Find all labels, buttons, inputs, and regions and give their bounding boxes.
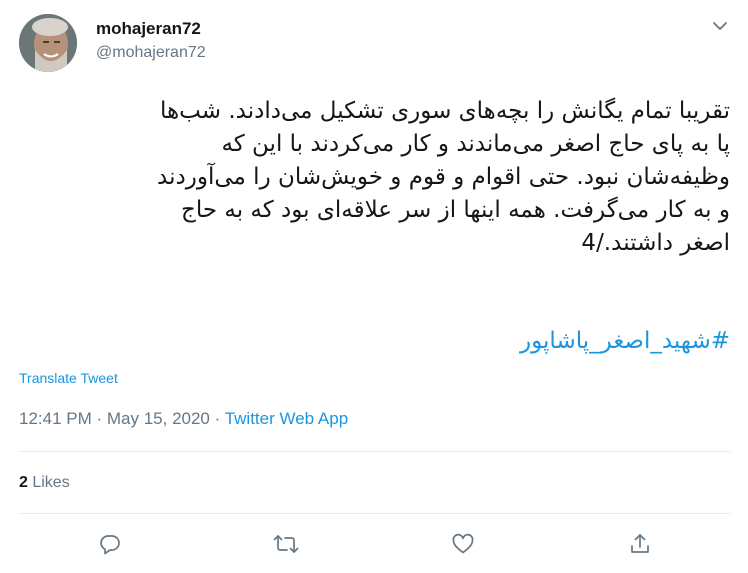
tweet-time[interactable]: 12:41 PM: [19, 409, 92, 428]
like-icon[interactable]: [449, 531, 477, 557]
avatar[interactable]: [19, 14, 77, 72]
retweet-icon[interactable]: [272, 531, 300, 557]
author-handle[interactable]: @mohajeran72: [96, 44, 206, 62]
tweet-source-link[interactable]: Twitter Web App: [225, 409, 348, 428]
likes-count[interactable]: 2 Likes: [19, 474, 70, 492]
reply-icon[interactable]: [96, 531, 124, 557]
chevron-down-icon[interactable]: [710, 16, 730, 36]
likes-number: 2: [19, 474, 28, 491]
tweet-meta: 12:41 PM · May 15, 2020 · Twitter Web Ap…: [19, 409, 348, 429]
meta-separator: ·: [209, 409, 225, 428]
translate-tweet-link[interactable]: Translate Tweet: [19, 370, 118, 386]
tweet-text: تقریبا تمام یگانش را بچه‌های سوری تشکیل …: [157, 98, 730, 256]
hashtag-link[interactable]: #شهید_اصغر_پاشاپور: [18, 325, 730, 358]
likes-label: Likes: [27, 474, 70, 491]
divider: [19, 451, 731, 452]
author-display-name[interactable]: mohajeran72: [96, 19, 201, 39]
share-icon[interactable]: [626, 531, 654, 557]
tweet-date[interactable]: May 15, 2020: [107, 409, 210, 428]
meta-separator: ·: [91, 409, 107, 428]
divider: [19, 513, 731, 514]
